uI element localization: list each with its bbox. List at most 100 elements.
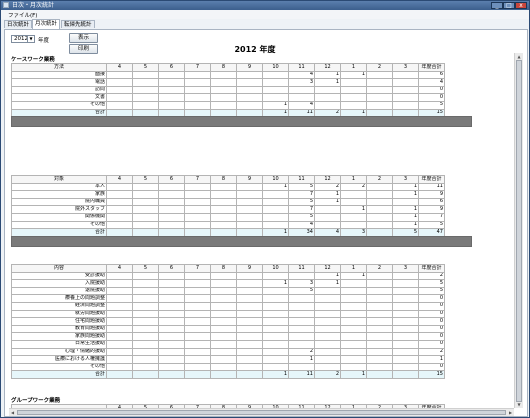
- close-button[interactable]: x: [515, 2, 527, 9]
- table-cell[interactable]: [392, 355, 419, 364]
- table-cell[interactable]: 11: [288, 370, 315, 379]
- table-cell[interactable]: [262, 286, 289, 296]
- report-scroll-area[interactable]: ケースワーク業務 方法 4 5 6 7 8 9 10 11 12 1 2 3 年度合計 面接 4 1 1 6 電話 3 1 4…: [9, 53, 523, 416]
- table-cell[interactable]: 1: [288, 355, 315, 364]
- table-cell[interactable]: [158, 190, 185, 199]
- table-cell[interactable]: [366, 85, 393, 95]
- table-cell[interactable]: [262, 317, 289, 326]
- table-cell[interactable]: 2: [340, 182, 367, 192]
- table-cell[interactable]: [262, 93, 289, 102]
- vertical-scroll-thumb[interactable]: [516, 60, 522, 402]
- table-cell[interactable]: [106, 100, 133, 110]
- table-cell[interactable]: 1: [340, 205, 367, 214]
- table-cell[interactable]: [392, 324, 419, 334]
- table-cell[interactable]: [210, 100, 237, 110]
- table-cell[interactable]: [288, 317, 315, 326]
- table-cell[interactable]: [106, 78, 133, 87]
- table-cell[interactable]: [106, 355, 133, 364]
- table-cell[interactable]: [132, 78, 159, 87]
- table-cell[interactable]: 7: [288, 205, 315, 214]
- table-cell[interactable]: 1: [314, 70, 341, 80]
- table-cell[interactable]: [158, 355, 185, 364]
- table-cell[interactable]: [132, 271, 159, 281]
- table-cell[interactable]: [132, 286, 159, 296]
- table-cell[interactable]: [158, 100, 185, 110]
- table-cell[interactable]: [288, 93, 315, 102]
- table-cell[interactable]: [132, 362, 159, 372]
- table-cell[interactable]: [262, 355, 289, 364]
- table-cell[interactable]: 1: [314, 279, 341, 288]
- table-cell[interactable]: [132, 339, 159, 349]
- table-cell[interactable]: [184, 370, 211, 379]
- table-cell[interactable]: [236, 205, 263, 214]
- table-cell[interactable]: [314, 362, 341, 372]
- table-cell[interactable]: [340, 78, 367, 87]
- table-cell[interactable]: [366, 339, 393, 349]
- table-cell[interactable]: [314, 220, 341, 230]
- table-cell[interactable]: [236, 362, 263, 372]
- table-cell[interactable]: [236, 70, 263, 80]
- table-cell[interactable]: 1: [392, 190, 419, 199]
- table-cell[interactable]: [340, 332, 367, 341]
- table-cell[interactable]: [236, 93, 263, 102]
- table-cell[interactable]: [210, 271, 237, 281]
- table-cell[interactable]: [236, 271, 263, 281]
- horizontal-scroll-thumb[interactable]: [17, 410, 506, 415]
- table-cell[interactable]: [236, 190, 263, 199]
- table-cell[interactable]: [184, 220, 211, 230]
- table-cell[interactable]: [236, 85, 263, 95]
- table-cell[interactable]: [106, 370, 133, 379]
- table-cell[interactable]: [340, 93, 367, 102]
- table-cell[interactable]: 1: [340, 70, 367, 80]
- table-cell[interactable]: [340, 294, 367, 303]
- table-cell[interactable]: [106, 271, 133, 281]
- table-cell[interactable]: 4: [288, 70, 315, 80]
- table-cell[interactable]: 1: [340, 370, 367, 379]
- table-cell[interactable]: [392, 85, 419, 95]
- table-cell[interactable]: [314, 339, 341, 349]
- table-cell[interactable]: [236, 301, 263, 311]
- table-cell[interactable]: [158, 301, 185, 311]
- table-cell[interactable]: [366, 332, 393, 341]
- table-cell[interactable]: [236, 347, 263, 357]
- table-cell[interactable]: [132, 85, 159, 95]
- table-cell[interactable]: [392, 279, 419, 288]
- table-cell[interactable]: [106, 190, 133, 199]
- table-cell[interactable]: [392, 347, 419, 357]
- table-cell[interactable]: [314, 294, 341, 303]
- title-bar[interactable]: 日次・月次統計 _ □ x: [1, 1, 529, 10]
- table-cell[interactable]: [210, 370, 237, 379]
- table-cell[interactable]: [158, 332, 185, 341]
- table-cell[interactable]: [184, 347, 211, 357]
- table-cell[interactable]: 1: [262, 370, 289, 379]
- table-cell[interactable]: [158, 286, 185, 296]
- table-cell[interactable]: [340, 279, 367, 288]
- table-cell[interactable]: [236, 339, 263, 349]
- table-cell[interactable]: [262, 294, 289, 303]
- table-cell[interactable]: [340, 347, 367, 357]
- tab-monthly[interactable]: 月次統計: [32, 19, 61, 29]
- table-cell[interactable]: [366, 294, 393, 303]
- table-cell[interactable]: 1: [340, 271, 367, 281]
- table-cell[interactable]: [106, 286, 133, 296]
- table-cell[interactable]: [184, 100, 211, 110]
- table-cell[interactable]: 3: [288, 279, 315, 288]
- table-cell[interactable]: [132, 205, 159, 214]
- table-cell[interactable]: [366, 100, 393, 110]
- table-cell[interactable]: [210, 355, 237, 364]
- table-cell[interactable]: [158, 197, 185, 207]
- table-cell[interactable]: [314, 85, 341, 95]
- table-cell[interactable]: [106, 85, 133, 95]
- table-cell[interactable]: [184, 332, 211, 341]
- table-cell[interactable]: [392, 317, 419, 326]
- table-cell[interactable]: [158, 93, 185, 102]
- table-cell[interactable]: 2: [314, 182, 341, 192]
- show-button[interactable]: 表示: [69, 33, 98, 43]
- table-cell[interactable]: 1: [314, 190, 341, 199]
- table-cell[interactable]: [366, 205, 393, 214]
- table-cell[interactable]: [132, 301, 159, 311]
- table-cell[interactable]: [132, 355, 159, 364]
- table-cell[interactable]: [366, 362, 393, 372]
- table-cell[interactable]: [392, 301, 419, 311]
- table-cell[interactable]: [132, 212, 159, 222]
